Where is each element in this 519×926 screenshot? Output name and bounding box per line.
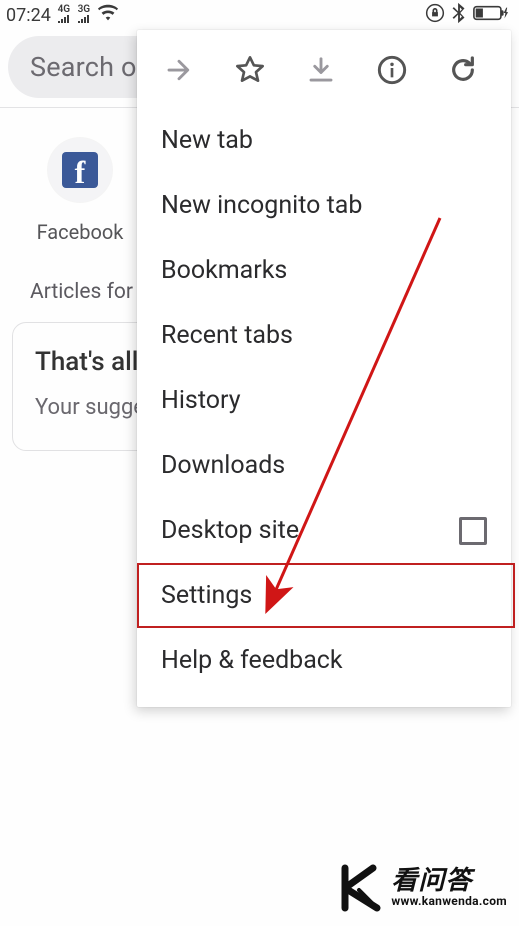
info-icon[interactable]: [372, 50, 412, 90]
menu-new-tab[interactable]: New tab: [137, 108, 511, 173]
menu-history[interactable]: History: [137, 368, 511, 433]
menu-recent-tabs[interactable]: Recent tabs: [137, 303, 511, 368]
download-icon[interactable]: [301, 50, 341, 90]
facebook-icon: f: [48, 138, 112, 202]
desktop-site-checkbox[interactable]: [459, 517, 487, 545]
star-icon[interactable]: [230, 50, 270, 90]
network-indicator-1: 4G: [57, 6, 71, 24]
shortcut-facebook[interactable]: f Facebook: [32, 138, 128, 244]
watermark: 看问答 www.kanwenda.com: [339, 864, 507, 912]
forward-icon[interactable]: [159, 50, 199, 90]
menu-help-feedback[interactable]: Help & feedback: [137, 628, 511, 693]
battery-icon: [473, 4, 509, 27]
status-bar: 07:24 4G 3G: [0, 0, 519, 28]
watermark-url: www.kanwenda.com: [391, 895, 507, 908]
refresh-icon[interactable]: [443, 50, 483, 90]
watermark-logo-icon: [339, 864, 383, 912]
status-time: 07:24: [6, 5, 51, 26]
menu-desktop-site[interactable]: Desktop site: [137, 498, 511, 563]
menu-bookmarks[interactable]: Bookmarks: [137, 238, 511, 303]
wifi-icon: [97, 4, 119, 27]
menu-settings[interactable]: Settings: [137, 563, 515, 628]
menu-downloads[interactable]: Downloads: [137, 433, 511, 498]
lock-circle-icon: [425, 3, 445, 28]
watermark-text: 看问答: [391, 868, 507, 895]
overflow-menu: New tab New incognito tab Bookmarks Rece…: [137, 30, 511, 707]
bluetooth-icon: [451, 2, 467, 29]
menu-new-incognito-tab[interactable]: New incognito tab: [137, 173, 511, 238]
network-indicator-2: 3G: [77, 6, 91, 24]
